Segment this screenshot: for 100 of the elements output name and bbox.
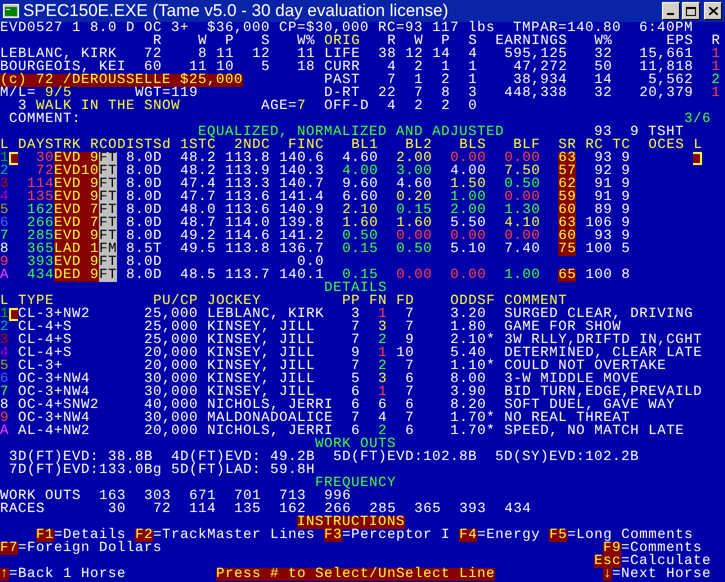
table-cell: 32 — [594, 87, 612, 100]
table-cell: 1 — [441, 61, 450, 74]
table-cell: 996 — [324, 490, 352, 503]
column-header: W — [414, 35, 424, 48]
table-cell: 57 — [558, 165, 576, 178]
table-cell: 5 — [351, 373, 360, 386]
table-cell: 8.0D — [126, 178, 162, 191]
table-cell: CL-3+ — [18, 360, 64, 373]
column-header: COMMENT — [504, 295, 568, 308]
row-number: 2 — [0, 165, 10, 178]
minimize-button[interactable] — [662, 2, 680, 20]
table-cell: FT — [99, 152, 118, 165]
table-cell: CL-4+S — [18, 321, 72, 334]
table-cell: 6 — [405, 399, 414, 412]
column-header: W% — [297, 35, 316, 48]
table-cell: 8.0D — [126, 217, 162, 230]
table-cell: 30 — [108, 503, 126, 516]
table-cell: 671 — [189, 490, 216, 503]
table-cell: 60 — [144, 61, 162, 74]
table-cell: FT — [99, 217, 118, 230]
table-cell: BID TURN,EDGE,PREVAILD — [504, 386, 702, 399]
column-header: FD — [396, 295, 414, 308]
table-cell: 7 — [351, 334, 360, 347]
key-action-text: =Long Comments — [567, 529, 694, 542]
workout-text: 5D(SY)EVD:102.2B — [495, 451, 640, 464]
column-header: W — [198, 35, 208, 48]
column-header: BLF — [513, 139, 540, 152]
section-title: DETAILS — [324, 282, 388, 295]
table-cell: 38 — [378, 48, 396, 61]
table-cell: 14 — [594, 74, 612, 87]
row-number: 4 — [0, 347, 10, 360]
header-text: 9 — [630, 126, 640, 139]
row-number: 5 — [0, 204, 10, 217]
table-cell: SOFT DUEL, GAVE WAY — [504, 399, 676, 412]
table-cell: 113.8 — [225, 152, 270, 165]
table-cell: 22 — [378, 87, 396, 100]
column-header: RC — [585, 139, 604, 152]
table-cell: 89 — [594, 204, 612, 217]
column-header: P — [225, 35, 234, 48]
table-cell: 1.30 — [504, 204, 540, 217]
table-cell: 4.00 — [450, 165, 486, 178]
key-name: F3 — [324, 529, 342, 542]
table-cell: 40,000 — [144, 399, 198, 412]
table-cell: 4 — [387, 61, 396, 74]
column-header: BLS — [459, 139, 486, 152]
key-action-text: =Energy — [477, 529, 540, 542]
table-cell: 113.6 — [225, 191, 270, 204]
table-cell: 2 — [378, 360, 388, 373]
page-indicator: 3/6 — [684, 113, 712, 126]
claim-text: (c) 72 /DEROUSSELLE $25,000 — [0, 74, 244, 87]
table-cell: FT — [99, 269, 118, 282]
table-cell: 1.00 — [450, 191, 486, 204]
row-label: PAST — [324, 74, 360, 87]
age-value: 7 — [297, 100, 306, 113]
table-cell: 100 — [585, 243, 612, 256]
table-cell: FT — [99, 204, 118, 217]
table-cell: 2 — [378, 425, 388, 438]
table-cell: 6 — [378, 399, 388, 412]
table-cell: 4.60 — [342, 152, 378, 165]
table-cell: 0.00 — [396, 269, 432, 282]
table-cell: EVD10 — [54, 165, 100, 178]
table-cell: 14 — [432, 48, 450, 61]
workout-text: 4D(FT)EVD: 49.2B — [171, 451, 316, 464]
table-cell: 20,379 — [639, 87, 694, 100]
table-cell: 9.60 — [342, 178, 378, 191]
row-number: 9 — [0, 256, 10, 269]
close-button[interactable] — [704, 2, 722, 20]
key-action-text: =Calculate — [621, 555, 712, 568]
row-label: RACES — [0, 503, 46, 516]
column-header: EPS — [666, 35, 694, 48]
column-header: RCODISTSd — [90, 139, 172, 152]
table-cell: EVD 7 — [54, 204, 100, 217]
table-cell: 48.2 — [180, 165, 216, 178]
table-cell: 48.0 — [180, 204, 216, 217]
table-cell: NICHOLS, JERRI — [207, 399, 334, 412]
row-number: 3 — [0, 334, 10, 347]
table-cell: GAME FOR SHOW — [504, 321, 622, 334]
table-cell: 47.4 — [180, 178, 216, 191]
table-cell: 72 — [36, 165, 54, 178]
table-cell: 113.7 — [225, 269, 270, 282]
table-cell: COULD NOT OVERTAKE — [504, 360, 666, 373]
table-cell: 0.15 — [342, 269, 378, 282]
key-name: ↑ — [0, 568, 10, 581]
table-cell: 7 — [414, 87, 424, 100]
table-cell: 9 — [351, 347, 360, 360]
table-cell: 8.0D — [126, 204, 162, 217]
table-cell: 8.0D — [126, 152, 162, 165]
table-cell: 49.2 — [180, 230, 216, 243]
key-name: F5 — [549, 529, 568, 542]
table-cell: KINSEY, JILL — [207, 386, 316, 399]
table-cell: 136.7 — [279, 243, 324, 256]
table-cell: 92 — [594, 165, 612, 178]
table-cell: 2 — [441, 74, 450, 87]
table-cell: 8.0D — [126, 230, 162, 243]
table-cell: 9 — [621, 230, 630, 243]
maximize-button[interactable] — [682, 2, 700, 20]
column-header: P — [441, 35, 450, 48]
table-cell: 2 — [414, 61, 424, 74]
table-cell: 12 — [252, 48, 270, 61]
table-cell: 8 — [621, 269, 630, 282]
